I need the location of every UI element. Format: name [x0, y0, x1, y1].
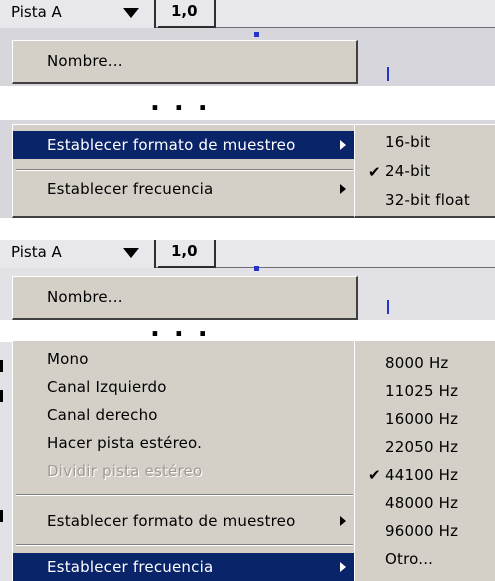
track-menu-top-name: Nombre... — [12, 40, 358, 84]
submenu-item-label: 32-bit float — [385, 191, 470, 209]
menu-item-label: Canal derecho — [47, 406, 158, 424]
track-name-label: Pista A — [11, 243, 62, 261]
ellipsis-separator: ... — [150, 313, 222, 343]
menu-item-set-rate[interactable]: Establecer frecuencia — [13, 553, 356, 581]
submenu-item-32bit-float[interactable]: 32-bit float — [355, 188, 495, 214]
submenu-item-label: 11025 Hz — [385, 382, 459, 400]
menu-item-set-rate[interactable]: Establecer frecuencia — [13, 175, 356, 203]
menu-item-right-channel[interactable]: Canal derecho — [13, 401, 356, 429]
submenu-item-48000hz[interactable]: 48000 Hz — [355, 489, 495, 517]
check-icon: ✔ — [368, 163, 381, 181]
menu-item-label: Establecer frecuencia — [47, 180, 214, 198]
submenu-item-16bit[interactable]: 16-bit — [355, 130, 495, 156]
menu-item-label: Nombre... — [47, 52, 123, 70]
edge-tick — [0, 360, 3, 372]
menu-item-nombre[interactable]: Nombre... — [13, 283, 356, 311]
submenu-arrow-icon — [340, 562, 346, 572]
menu-item-label: Hacer pista estéreo. — [47, 434, 203, 452]
menu-item-split-stereo: Dividir pista estéreo — [13, 457, 356, 485]
waveform-line — [387, 67, 389, 81]
submenu-item-label: 48000 Hz — [385, 494, 459, 512]
track-name-dropdown[interactable]: Pista A — [0, 0, 156, 28]
bottom-track-header: Pista A 1,0 — [0, 240, 495, 268]
triangle-down-icon — [123, 8, 139, 18]
submenu-item-44100hz[interactable]: ✔ 44100 Hz — [355, 461, 495, 489]
menu-separator — [16, 169, 353, 171]
submenu-item-otro[interactable]: Otro... — [355, 545, 495, 573]
track-gain-label: 1,0 — [171, 2, 198, 20]
triangle-down-icon — [123, 248, 139, 258]
track-menu-bottom-main: Mono Canal Izquierdo Canal derecho Hacer… — [12, 340, 358, 581]
menu-item-mono[interactable]: Mono — [13, 345, 356, 373]
rate-submenu: 8000 Hz 11025 Hz 16000 Hz 22050 Hz ✔ 441… — [354, 340, 495, 581]
submenu-item-16000hz[interactable]: 16000 Hz — [355, 405, 495, 433]
submenu-item-label: Otro... — [385, 550, 434, 568]
submenu-item-label: 16000 Hz — [385, 410, 459, 428]
menu-item-label: Establecer formato de muestreo — [47, 136, 296, 154]
menu-item-label: Establecer formato de muestreo — [47, 512, 296, 530]
track-gain-label: 1,0 — [171, 242, 198, 260]
gap-white — [0, 320, 495, 342]
menu-separator — [16, 544, 353, 546]
ellipsis-separator: ... — [150, 87, 222, 117]
track-gain-value: 1,0 — [158, 240, 216, 268]
check-icon: ✔ — [368, 466, 381, 484]
submenu-item-label: 24-bit — [385, 162, 431, 180]
menu-item-set-format[interactable]: Establecer formato de muestreo — [13, 131, 356, 159]
waveform-line — [387, 300, 389, 314]
submenu-arrow-icon — [340, 184, 346, 194]
menu-item-set-format[interactable]: Establecer formato de muestreo — [13, 507, 356, 535]
submenu-item-label: 44100 Hz — [385, 466, 459, 484]
menu-item-nombre[interactable]: Nombre... — [13, 47, 356, 75]
menu-item-label: Nombre... — [47, 288, 123, 306]
track-name-dropdown[interactable]: Pista A — [0, 240, 156, 268]
menu-separator — [16, 494, 353, 496]
gap-white — [0, 86, 495, 120]
edge-tick — [0, 510, 3, 522]
track-name-label: Pista A — [11, 3, 62, 21]
submenu-item-label: 16-bit — [385, 133, 431, 151]
menu-item-label: Dividir pista estéreo — [47, 462, 203, 480]
submenu-item-96000hz[interactable]: 96000 Hz — [355, 517, 495, 545]
format-submenu: 16-bit ✔ 24-bit 32-bit float — [354, 124, 495, 218]
submenu-arrow-icon — [340, 140, 346, 150]
submenu-item-label: 22050 Hz — [385, 438, 459, 456]
submenu-item-22050hz[interactable]: 22050 Hz — [355, 433, 495, 461]
submenu-arrow-icon — [340, 516, 346, 526]
track-gain-value: 1,0 — [158, 0, 216, 28]
submenu-item-label: 96000 Hz — [385, 522, 459, 540]
track-menu-top-format: Establecer formato de muestreo Establece… — [12, 124, 358, 218]
submenu-item-label: 8000 Hz — [385, 354, 449, 372]
menu-item-label: Mono — [47, 350, 89, 368]
submenu-item-8000hz[interactable]: 8000 Hz — [355, 349, 495, 377]
panel-divider — [0, 220, 495, 222]
waveform-marker — [254, 32, 259, 37]
submenu-item-11025hz[interactable]: 11025 Hz — [355, 377, 495, 405]
waveform-marker — [254, 266, 259, 271]
menu-item-label: Canal Izquierdo — [47, 378, 167, 396]
edge-tick — [0, 390, 3, 402]
menu-item-make-stereo[interactable]: Hacer pista estéreo. — [13, 429, 356, 457]
menu-item-label: Establecer frecuencia — [47, 558, 214, 576]
submenu-item-24bit[interactable]: ✔ 24-bit — [355, 159, 495, 185]
top-track-header: Pista A 1,0 — [0, 0, 495, 28]
menu-item-left-channel[interactable]: Canal Izquierdo — [13, 373, 356, 401]
